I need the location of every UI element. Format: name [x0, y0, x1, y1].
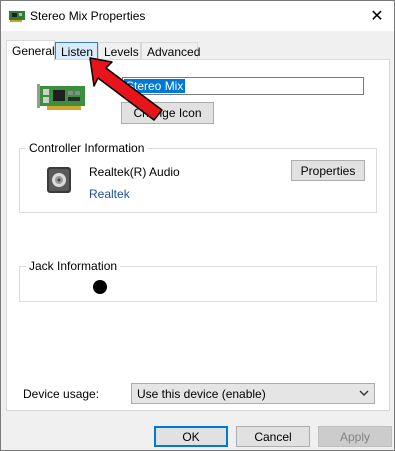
jack-color-indicator [93, 280, 107, 294]
ok-button[interactable]: OK [154, 426, 228, 447]
tab-levels[interactable]: Levels [98, 42, 141, 60]
properties-dialog: Stereo Mix Properties ✕ General Listen L… [0, 0, 395, 451]
device-usage-select[interactable]: Use this device (enable) [131, 383, 375, 404]
window-title: Stereo Mix Properties [30, 9, 146, 23]
device-usage-label: Device usage: [23, 387, 100, 401]
apply-button[interactable]: Apply [318, 426, 392, 447]
sound-card-icon [37, 84, 85, 110]
controller-vendor: Realtek [89, 187, 130, 201]
close-button[interactable]: ✕ [360, 1, 394, 30]
tab-advanced[interactable]: Advanced [141, 42, 200, 60]
cancel-button[interactable]: Cancel [236, 426, 310, 447]
device-name-value: Stereo Mix [124, 79, 186, 93]
jack-info-group: Jack Information [19, 259, 377, 302]
jack-info-label: Jack Information [26, 259, 121, 273]
device-usage-value: Use this device (enable) [137, 387, 266, 401]
controller-info-label: Controller Information [26, 141, 148, 155]
device-name-input[interactable]: Stereo Mix [122, 77, 364, 95]
title-bar: Stereo Mix Properties ✕ [1, 1, 394, 31]
speaker-icon [47, 167, 71, 193]
properties-button[interactable]: Properties [291, 160, 365, 181]
tab-listen[interactable]: Listen [55, 42, 98, 60]
tab-general[interactable]: General [6, 40, 55, 61]
chevron-down-icon [359, 390, 369, 396]
sound-card-title-icon [9, 11, 25, 22]
change-icon-button[interactable]: Change Icon [121, 102, 214, 124]
controller-name: Realtek(R) Audio [89, 165, 180, 179]
close-icon: ✕ [370, 7, 384, 25]
